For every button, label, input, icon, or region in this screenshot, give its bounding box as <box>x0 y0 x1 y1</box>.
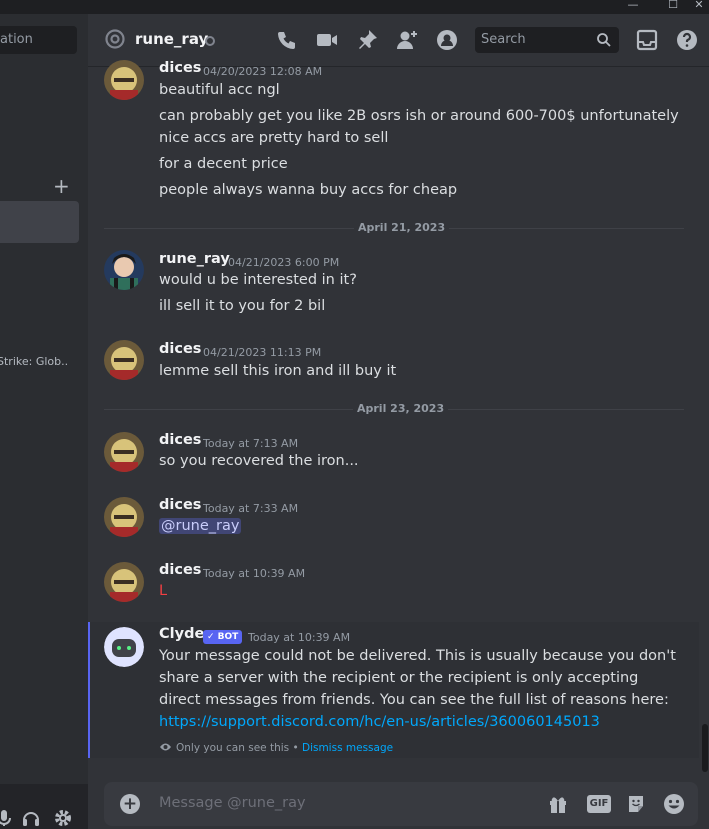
minimize-button[interactable]: — <box>620 0 646 14</box>
dismiss-message-link[interactable]: Dismiss message <box>302 742 393 754</box>
message-timestamp: 04/21/2023 6:00 PM <box>228 256 340 269</box>
pin-icon[interactable] <box>355 28 379 52</box>
date-divider-label: April 23, 2023 <box>353 402 449 415</box>
avatar[interactable] <box>104 340 144 380</box>
user-mention[interactable]: @rune_ray <box>159 518 242 534</box>
headphones-icon[interactable] <box>21 808 41 828</box>
message-timestamp: Today at 7:13 AM <box>203 437 299 450</box>
ephemeral-text: Only you can see this <box>176 742 290 754</box>
bot-badge: ✓ BOT <box>203 630 243 644</box>
search-input[interactable]: Search <box>475 27 619 53</box>
message-timestamp: Today at 10:39 AM <box>248 631 351 644</box>
avatar[interactable] <box>104 250 144 290</box>
message-timestamp: Today at 7:33 AM <box>203 502 299 515</box>
help-icon[interactable] <box>675 28 699 52</box>
message-text: ill sell it to you for 2 bil <box>159 298 326 314</box>
clyde-avatar[interactable] <box>104 627 144 667</box>
date-divider-label: April 21, 2023 <box>354 221 450 234</box>
user-panel <box>0 784 88 829</box>
at-icon <box>105 29 125 49</box>
scrollbar[interactable] <box>702 724 708 772</box>
message-composer[interactable]: + Message @rune_ray GIF <box>104 782 698 826</box>
message-text: for a decent price <box>159 156 288 172</box>
message-author[interactable]: dices <box>159 497 201 513</box>
chat-area: rune_ray Search dices 04/20/2023 12:08 A… <box>88 14 709 829</box>
message-text: can probably get you like 2B osrs ish or… <box>159 108 679 124</box>
message-text: lemme sell this iron and ill buy it <box>159 363 397 379</box>
call-icon[interactable] <box>275 28 299 52</box>
message-author[interactable]: dices <box>159 60 201 76</box>
channel-username[interactable]: rune_ray <box>135 30 208 48</box>
find-conversation-button[interactable]: ation <box>0 26 77 54</box>
search-placeholder: Search <box>481 32 526 47</box>
message-text: would u be interested in it? <box>159 272 357 288</box>
eye-icon <box>160 743 171 751</box>
gift-icon[interactable] <box>547 793 569 815</box>
avatar[interactable] <box>104 562 144 602</box>
profile-icon[interactable] <box>435 28 459 52</box>
ephemeral-message-highlight <box>88 622 699 758</box>
upload-plus-button[interactable]: + <box>120 794 140 814</box>
message-author[interactable]: dices <box>159 432 201 448</box>
ephemeral-note: Only you can see this • Dismiss message <box>159 742 393 754</box>
video-icon[interactable] <box>315 28 339 52</box>
message-text: people always wanna buy accs for cheap <box>159 182 458 198</box>
message-text: beautiful acc ngl <box>159 82 280 98</box>
message-author[interactable]: rune_ray <box>159 251 230 267</box>
chat-header: rune_ray Search <box>88 14 709 66</box>
offline-status-indicator <box>205 36 215 46</box>
message-author[interactable]: Clyde <box>159 626 204 642</box>
maximize-button[interactable]: ☐ <box>660 0 686 14</box>
message-text: direct messages from friends. You can se… <box>159 692 669 708</box>
message-text: nice accs are pretty hard to sell <box>159 130 389 146</box>
message-text: Your message could not be delivered. Thi… <box>159 648 676 664</box>
avatar[interactable] <box>104 432 144 472</box>
message-author[interactable]: dices <box>159 562 201 578</box>
inbox-icon[interactable] <box>635 28 659 52</box>
dm-sidebar: ation + Strike: Glob... <box>0 14 88 829</box>
message-timestamp: 04/21/2023 11:13 PM <box>203 346 322 359</box>
message-timestamp: Today at 10:39 AM <box>203 567 306 580</box>
create-dm-button[interactable]: + <box>53 176 70 196</box>
message-text: so you recovered the iron... <box>159 453 359 469</box>
message-list: dices 04/20/2023 12:08 AM beautiful acc … <box>88 60 709 766</box>
avatar[interactable] <box>104 497 144 537</box>
message-text: L <box>159 583 168 599</box>
title-bar: — ☐ ✕ <box>0 0 709 14</box>
gear-icon[interactable] <box>53 808 73 828</box>
close-button[interactable]: ✕ <box>686 0 709 14</box>
add-friend-icon[interactable] <box>395 28 419 52</box>
message-author[interactable]: dices <box>159 341 201 357</box>
emoji-icon[interactable] <box>663 793 685 815</box>
discord-window: — ☐ ✕ ation + Strike: Glob... rune_ray S… <box>0 0 709 829</box>
gif-icon[interactable]: GIF <box>587 795 611 813</box>
support-link[interactable]: https://support.discord.com/hc/en-us/art… <box>159 714 600 730</box>
avatar[interactable] <box>104 60 144 100</box>
dm-activity-status: Strike: Glob... <box>0 355 67 368</box>
message-text: share a server with the recipient or the… <box>159 670 639 686</box>
message-input[interactable]: Message @rune_ray <box>159 795 306 811</box>
selected-dm-item[interactable] <box>0 201 79 243</box>
sticker-icon[interactable] <box>625 793 647 815</box>
mic-icon[interactable] <box>0 808 14 828</box>
search-icon <box>597 33 611 47</box>
message-timestamp: 04/20/2023 12:08 AM <box>203 65 323 78</box>
